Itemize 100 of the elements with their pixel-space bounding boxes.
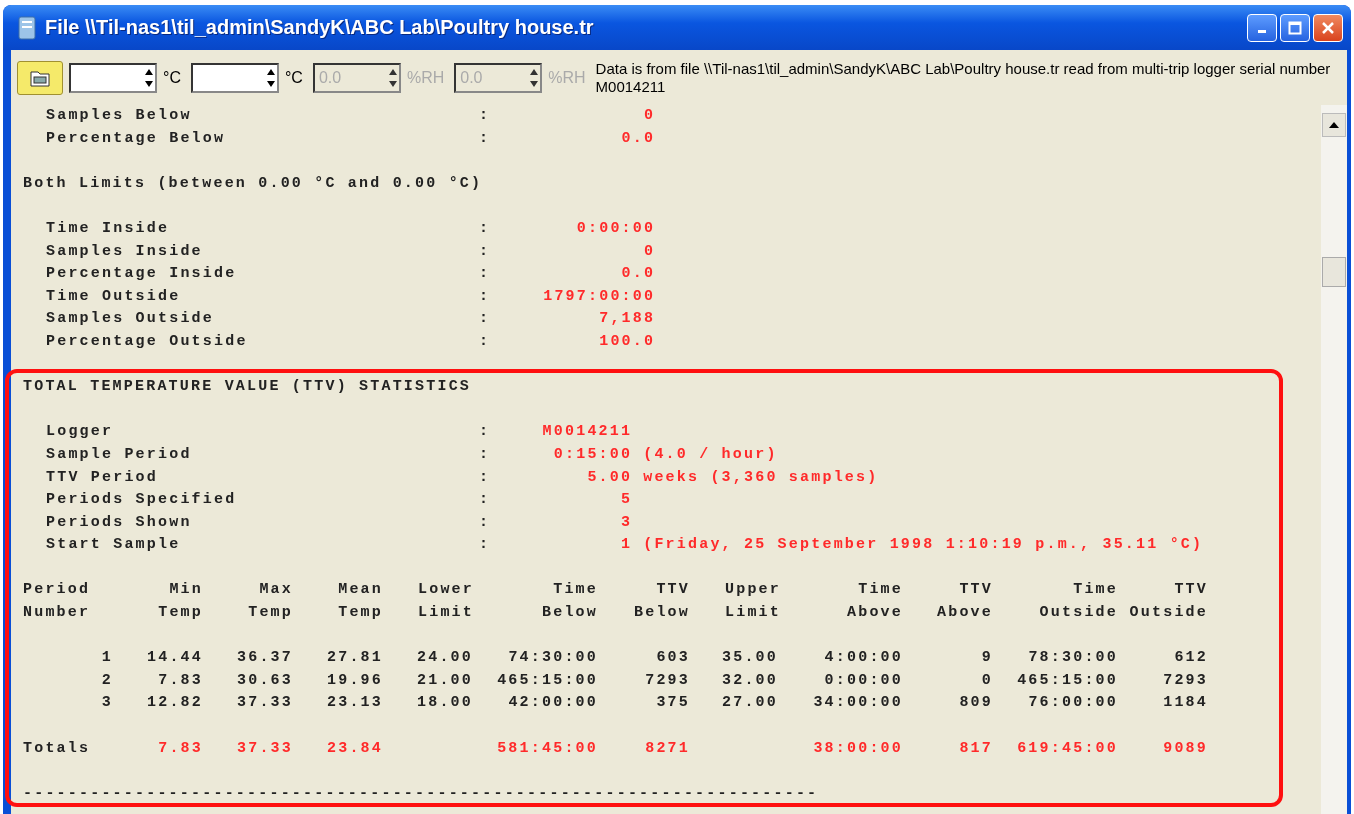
maximize-button[interactable] <box>1280 13 1310 42</box>
stat-label: Samples Inside <box>46 241 204 262</box>
stat-value: 5.00 <box>587 468 633 486</box>
column-header: Outside <box>1129 603 1208 624</box>
table-cell: 465:15:00 <box>497 671 598 689</box>
stat-value: 7,188 <box>599 310 656 328</box>
table-cell: 76:00:00 <box>1028 694 1118 712</box>
table-cell: 35.00 <box>722 649 778 667</box>
unit-label: %RH <box>548 68 586 87</box>
stat-value: 0:00:00 <box>576 219 656 237</box>
column-header: Max <box>259 580 293 601</box>
table-cell: 27.00 <box>722 694 778 712</box>
colon-separator: : <box>479 128 491 149</box>
column-header: Above <box>937 603 993 624</box>
table-cell: 34:00:00 <box>813 694 903 712</box>
table-cell: 36.37 <box>237 649 293 667</box>
total-cell: 817 <box>959 739 993 757</box>
table-cell: 12.82 <box>147 694 203 712</box>
stat-value: 0.0 <box>621 129 656 147</box>
table-cell: 603 <box>656 649 690 667</box>
table-cell: 809 <box>959 694 993 712</box>
stat-label: Logger <box>46 422 115 443</box>
stat-value: 0:15:00 <box>553 445 633 463</box>
colon-separator: : <box>479 467 491 488</box>
column-header: Lower <box>418 580 474 601</box>
colon-separator: : <box>479 264 491 285</box>
table-cell: 2 <box>101 671 113 689</box>
colon-separator: : <box>479 490 491 511</box>
column-header: Limit <box>418 603 474 624</box>
stat-label: Periods Shown <box>46 512 193 533</box>
column-header: Above <box>847 603 903 624</box>
colon-separator: : <box>479 309 491 330</box>
total-cell: 38:00:00 <box>813 739 903 757</box>
number-spin-field[interactable] <box>190 62 279 93</box>
source-info-text: Data is from file \\Til-nas1\til_admin\SandyK\ABC Lab\Poultry house.tr read from multi-trip logger serial number M0014211 <box>595 59 1332 96</box>
stat-label: Percentage Inside <box>46 264 238 285</box>
table-cell: 37.33 <box>237 694 293 712</box>
total-cell: 37.33 <box>237 739 293 757</box>
table-cell: 465:15:00 <box>1017 671 1118 689</box>
table-cell: 7293 <box>1163 671 1208 689</box>
dashed-rule: ----------------------------------------------------------------------- <box>23 783 820 804</box>
table-cell: 9 <box>981 649 993 667</box>
close-button[interactable] <box>1313 13 1343 42</box>
document-icon <box>17 15 37 40</box>
up-arrow-icon <box>1329 122 1339 128</box>
stat-value: 0 <box>644 107 656 124</box>
total-cell: 23.84 <box>327 739 383 757</box>
unit-label: %RH <box>406 68 445 87</box>
scroll-up-button[interactable] <box>1322 113 1346 137</box>
colon-separator: : <box>479 535 491 556</box>
table-cell: 1184 <box>1163 694 1208 712</box>
maximize-icon <box>1288 20 1302 35</box>
column-header: Min <box>169 580 203 601</box>
column-header: Below <box>542 603 598 624</box>
table-cell: 4:00:00 <box>824 649 903 667</box>
unit-label: °C <box>163 68 181 87</box>
stat-value: 1 <box>621 536 633 554</box>
scroll-thumb[interactable] <box>1322 257 1346 287</box>
table-cell: 23.13 <box>327 694 383 712</box>
stat-label: Time Inside <box>46 218 171 239</box>
table-cell: 30.63 <box>237 671 293 689</box>
table-cell: 7293 <box>645 671 690 689</box>
column-header: Time <box>1073 580 1118 601</box>
stat-label: Percentage Below <box>46 128 227 149</box>
stat-value: 3 <box>621 513 633 531</box>
close-icon <box>1321 20 1335 35</box>
window-title: File \\Til-nas1\til_admin\SandyK\ABC Lab\Poultry house.tr <box>45 16 595 39</box>
open-file-button[interactable] <box>17 60 63 95</box>
table-cell: 0:00:00 <box>824 671 903 689</box>
unit-label: °C <box>284 68 303 87</box>
table-cell: 14.44 <box>147 649 203 667</box>
table-cell: 42:00:00 <box>508 694 598 712</box>
vertical-scrollbar[interactable] <box>1321 105 1347 814</box>
column-header: Temp <box>248 603 293 624</box>
table-cell: 32.00 <box>722 671 778 689</box>
colon-separator: : <box>479 218 491 239</box>
stat-label: Periods Specified <box>46 490 238 511</box>
stat-note: (4.0 / hour) <box>643 444 778 465</box>
stat-value: 1797:00:00 <box>543 287 656 305</box>
column-header: Mean <box>338 580 383 601</box>
stat-note: weeks (3,360 samples) <box>643 467 879 488</box>
stat-label: Samples Outside <box>46 309 216 330</box>
column-header: Time <box>553 580 598 601</box>
minimize-button[interactable] <box>1247 13 1277 42</box>
minimize-icon <box>1258 30 1266 33</box>
stat-note: (Friday, 25 September 1998 1:10:19 p.m., 35.11 °C) <box>643 535 1204 556</box>
stat-value: 5 <box>621 491 633 509</box>
stat-value: 0.0 <box>621 265 656 283</box>
colon-separator: : <box>479 444 491 465</box>
table-cell: 27.81 <box>327 649 383 667</box>
total-cell: 9089 <box>1163 739 1208 757</box>
number-spin-field[interactable] <box>69 62 157 93</box>
table-cell: 375 <box>656 694 690 712</box>
total-cell: 581:45:00 <box>497 739 598 757</box>
section-heading: Both Limits (between 0.00 °C and 0.00 °C) <box>23 173 484 194</box>
column-header: Period <box>23 580 91 601</box>
colon-separator: : <box>479 286 491 307</box>
totals-label: Totals <box>23 739 91 757</box>
stat-label: Percentage Outside <box>46 331 249 352</box>
table-cell: 1 <box>101 649 113 667</box>
